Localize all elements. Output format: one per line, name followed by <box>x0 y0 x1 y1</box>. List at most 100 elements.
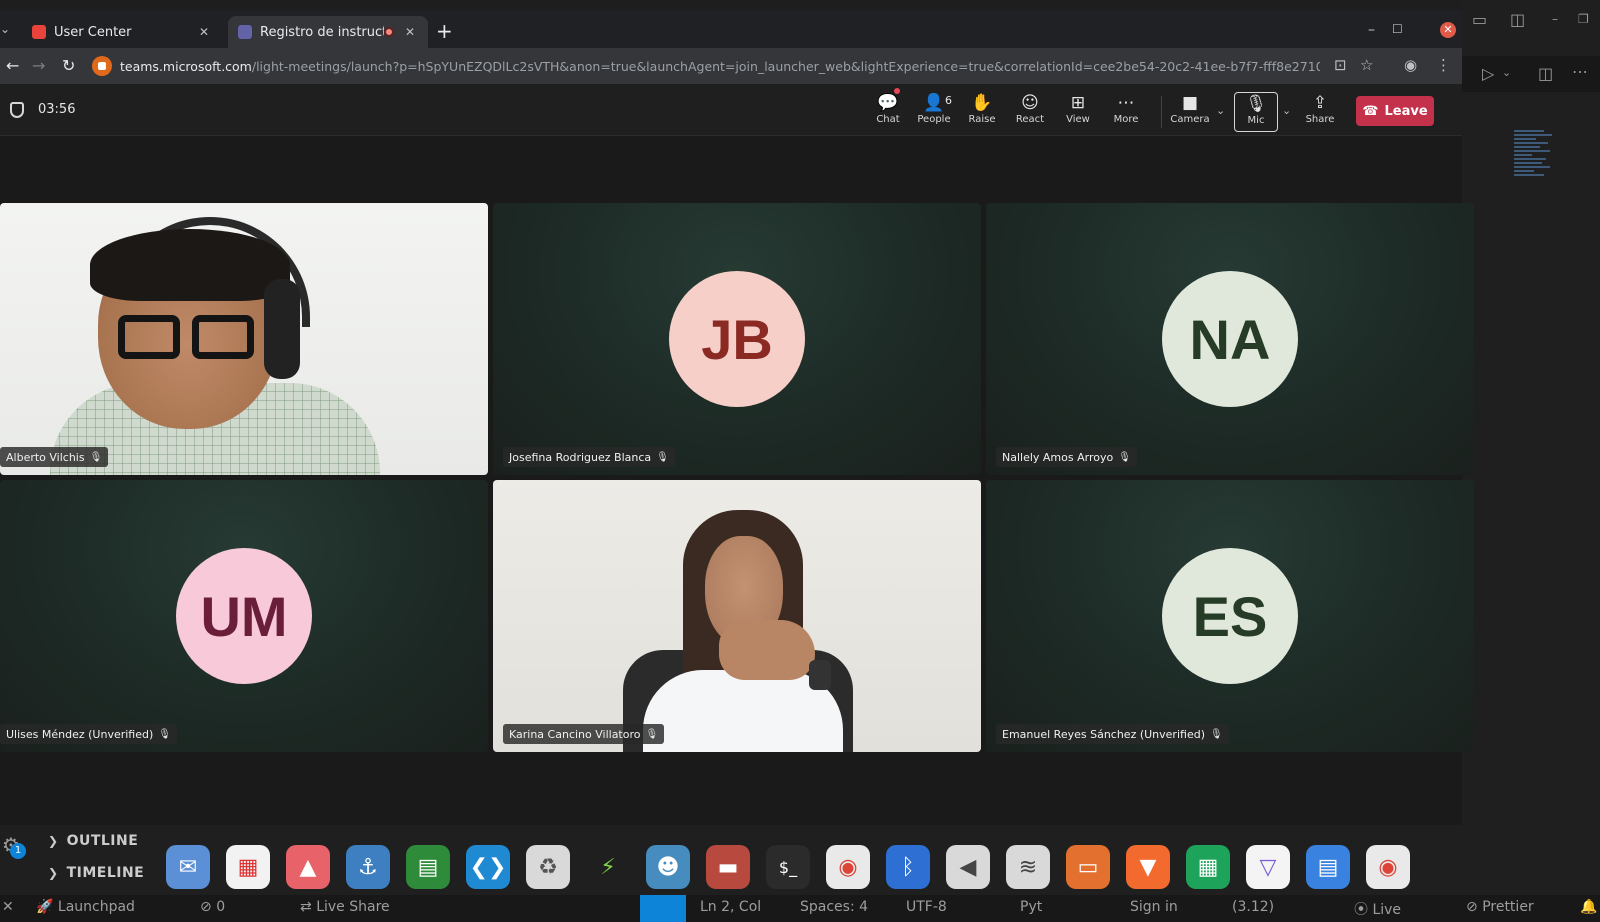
godot-app-icon[interactable]: ☻ <box>646 845 690 889</box>
forward-icon[interactable]: → <box>32 56 45 75</box>
remote-icon[interactable]: ✕ <box>2 899 14 915</box>
video-watch <box>809 660 831 690</box>
python-version-item[interactable]: (3.12) <box>1232 899 1274 915</box>
teams-meeting-page: 03:56 💬 Chat 👤 6 People ✋ Raise ☺ React … <box>0 84 1474 825</box>
brave-app-icon[interactable]: ▼ <box>1126 845 1170 889</box>
live-share-item[interactable]: ⇄ Live Share <box>300 899 390 915</box>
chrome-2-app-icon[interactable]: ◉ <box>1366 845 1410 889</box>
desktop: ▭ ◫ – ❐ ▷ ⌄ ◫ ⋯ ⌄ User Center ✕ Registro… <box>0 0 1600 922</box>
battery-app-icon[interactable]: ⚡ <box>586 845 630 889</box>
participant-tile-nallely[interactable]: NA Nallely Amos Arroyo 🎙 <box>986 203 1474 475</box>
close-tab-icon[interactable]: ✕ <box>196 25 212 39</box>
launchpad-item[interactable]: 🚀 Launchpad <box>36 899 135 915</box>
slides-app-icon[interactable]: ▭ <box>1066 845 1110 889</box>
screenshot-icon[interactable]: ⊡ <box>1334 56 1347 74</box>
participant-grid: Alberto Vilchis 🎙 JB Josefina Rodriguez … <box>0 136 1474 825</box>
docs-app-icon[interactable]: ▤ <box>1306 845 1350 889</box>
trash-app-icon[interactable]: ♻ <box>526 845 570 889</box>
mic-button[interactable]: 🎙 Mic <box>1234 92 1278 132</box>
more-button[interactable]: ⋯ More <box>1104 92 1148 132</box>
minimap[interactable] <box>1514 130 1554 182</box>
restore-icon[interactable]: ❐ <box>1578 12 1589 26</box>
split-layout-icon[interactable]: ◫ <box>1510 10 1525 29</box>
timeline-section[interactable]: ❯ TIMELINE <box>48 865 144 881</box>
panel-toggle-icon[interactable]: ▭ <box>1472 10 1487 29</box>
wifi-app-icon[interactable]: ≋ <box>1006 845 1050 889</box>
profile-icon[interactable]: ◉ <box>1404 56 1417 74</box>
share-button[interactable]: ⇪ Share <box>1298 92 1342 132</box>
minimize-icon[interactable]: – <box>1552 12 1558 26</box>
participant-tile-alberto[interactable]: Alberto Vilchis 🎙 <box>0 203 488 475</box>
camera-options-chevron-icon[interactable]: ⌄ <box>1216 104 1225 117</box>
problems-item[interactable]: ⊘ 0 <box>200 899 225 915</box>
participant-tile-ulises[interactable]: UM Ulises Méndez (Unverified) 🎙 <box>0 480 488 752</box>
leave-button[interactable]: ☎ Leave <box>1356 96 1434 126</box>
calendar-app-icon[interactable]: ▦ <box>226 845 270 889</box>
split-editor-icon[interactable]: ◫ <box>1538 64 1553 83</box>
vscode-app-icon[interactable]: ❮❯ <box>466 845 510 889</box>
meeting-control-bar: 03:56 💬 Chat 👤 6 People ✋ Raise ☺ React … <box>0 84 1462 136</box>
terminal-app-icon[interactable]: $_ <box>766 845 810 889</box>
anchor-app-icon[interactable]: ⚓ <box>346 845 390 889</box>
photos-app-icon[interactable]: ▲ <box>286 845 330 889</box>
people-button[interactable]: 👤 6 People <box>912 92 956 132</box>
site-info-icon[interactable] <box>92 56 112 76</box>
reload-icon[interactable]: ↻ <box>62 56 75 75</box>
chat-button[interactable]: 💬 Chat <box>866 92 910 132</box>
back-icon[interactable]: ← <box>6 56 19 75</box>
participant-name-tag: Josefina Rodriguez Blanca 🎙 <box>503 447 675 467</box>
sheets-editor-app-icon[interactable]: ▤ <box>406 845 450 889</box>
encoding-item[interactable]: UTF-8 <box>906 899 947 915</box>
more-actions-icon[interactable]: ⋯ <box>1572 62 1588 81</box>
raise-hand-button[interactable]: ✋ Raise <box>960 92 1004 132</box>
participant-tile-emanuel[interactable]: ES Emanuel Reyes Sánchez (Unverified) 🎙 <box>986 480 1474 752</box>
minimize-window-icon[interactable]: – <box>1368 22 1375 38</box>
editor-actions: ▷ ⌄ ◫ ⋯ <box>1462 56 1600 92</box>
participant-avatar: UM <box>176 548 312 684</box>
react-button[interactable]: ☺ React <box>1008 92 1052 132</box>
planner-app-icon[interactable]: ▽ <box>1246 845 1290 889</box>
mail-app-icon[interactable]: ✉ <box>166 845 210 889</box>
view-button[interactable]: ⊞ View <box>1056 92 1100 132</box>
files-app-icon[interactable]: ▬ <box>706 845 750 889</box>
notifications-bell-icon[interactable]: 🔔 <box>1580 899 1597 915</box>
prettier-item[interactable]: ⊘ Prettier <box>1466 899 1534 915</box>
participant-tile-josefina[interactable]: JB Josefina Rodriguez Blanca 🎙 <box>493 203 981 475</box>
ide-bottom-area: ⚙ 1 ❯ OUTLINE ❯ TIMELINE ✉ ▦ ▲ ⚓ ▤ ❮❯ ♻ … <box>0 825 1600 922</box>
chrome-app-icon[interactable]: ◉ <box>826 845 870 889</box>
run-dropdown-icon[interactable]: ⌄ <box>1502 66 1511 79</box>
python-item[interactable]: Pyt <box>1020 899 1042 915</box>
go-live-item[interactable]: ⦿ Live <box>1354 899 1401 919</box>
new-tab-button[interactable]: + <box>436 19 453 43</box>
bluetooth-app-icon[interactable]: ᛒ <box>886 845 930 889</box>
cursor-position-item[interactable]: Ln 2, Col <box>700 899 761 915</box>
mic-options-chevron-icon[interactable]: ⌄ <box>1282 104 1291 117</box>
tab-title: User Center <box>54 24 132 40</box>
camera-button[interactable]: ■ Camera <box>1168 92 1212 132</box>
participant-name-tag: Ulises Méndez (Unverified) 🎙 <box>0 724 177 744</box>
teams-favicon-icon <box>238 25 252 39</box>
address-bar[interactable]: teams.microsoft.com/light-meetings/launc… <box>92 52 1332 80</box>
ide-editor-panel: ▭ ◫ – ❐ ▷ ⌄ ◫ ⋯ <box>1462 0 1600 922</box>
bookmark-star-icon[interactable]: ☆ <box>1360 56 1373 74</box>
browser-toolbar: ← → ↻ teams.microsoft.com/light-meetings… <box>0 48 1462 84</box>
indentation-item[interactable]: Spaces: 4 <box>800 899 868 915</box>
mic-muted-icon: 🎙 <box>656 451 669 463</box>
spreadsheet-app-icon[interactable]: ▦ <box>1186 845 1230 889</box>
run-icon[interactable]: ▷ <box>1482 64 1494 83</box>
tab-registro[interactable]: Registro de instructor ✕ <box>228 16 428 48</box>
sound-app-icon[interactable]: ◀ <box>946 845 990 889</box>
status-accent-item[interactable] <box>640 895 686 922</box>
tab-user-center[interactable]: User Center ✕ <box>22 16 222 48</box>
browser-menu-icon[interactable]: ⋮ <box>1436 56 1451 74</box>
close-tab-icon[interactable]: ✕ <box>402 25 418 39</box>
control-divider <box>1161 96 1162 128</box>
maximize-window-icon[interactable]: ☐ <box>1392 22 1403 36</box>
participant-tile-karina[interactable]: Karina Cancino Villatoro 🎙 <box>493 480 981 752</box>
outline-section[interactable]: ❯ OUTLINE <box>48 833 138 849</box>
signin-item[interactable]: Sign in <box>1130 899 1178 915</box>
meeting-timer: 03:56 <box>38 102 76 117</box>
tab-search-icon[interactable]: ⌄ <box>0 22 10 36</box>
close-window-button[interactable]: ✕ <box>1440 22 1456 38</box>
video-hair <box>90 229 290 301</box>
